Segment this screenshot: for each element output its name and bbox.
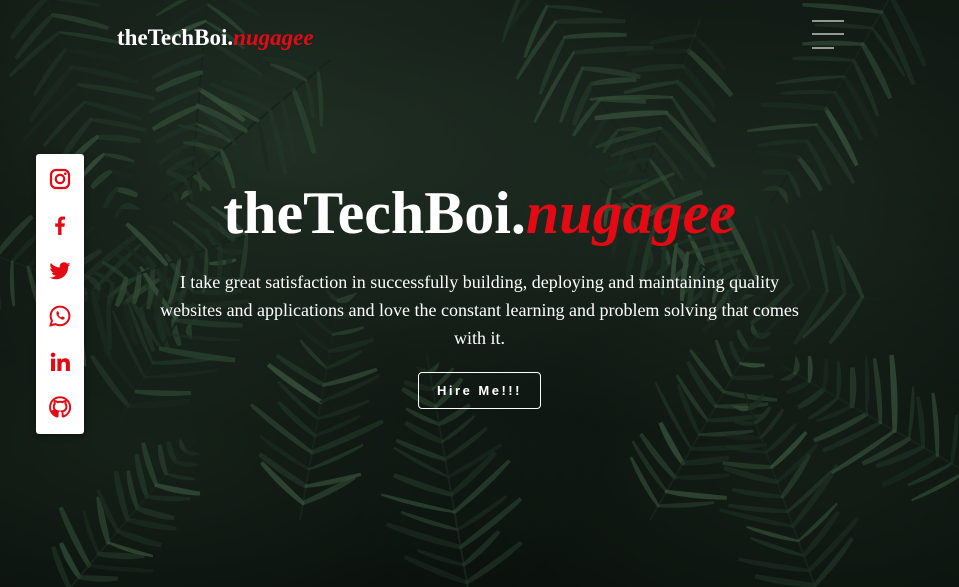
hero-title: theTechBoi.nugagee xyxy=(0,178,959,248)
linkedin-icon xyxy=(50,352,70,371)
twitter-icon xyxy=(49,262,71,280)
github-icon xyxy=(49,396,72,418)
whatsapp-icon xyxy=(49,305,71,327)
hamburger-menu-icon[interactable] xyxy=(812,18,844,51)
hero-title-accent: nugagee xyxy=(525,180,736,246)
hero-title-main: theTechBoi. xyxy=(223,180,526,246)
menu-line xyxy=(812,33,844,35)
brand-main-text: theTechBoi. xyxy=(117,25,234,50)
hire-me-button[interactable]: Hire Me!!! xyxy=(418,372,541,409)
twitter-link[interactable] xyxy=(48,259,72,283)
github-link[interactable] xyxy=(48,395,72,419)
brand-logo[interactable]: theTechBoi.nugagee xyxy=(117,24,314,52)
menu-line xyxy=(812,47,834,49)
menu-line xyxy=(812,20,844,22)
whatsapp-link[interactable] xyxy=(48,304,72,328)
brand-accent-text: nugagee xyxy=(233,25,314,50)
linkedin-link[interactable] xyxy=(48,350,72,374)
hero-description: I take great satisfaction in successfull… xyxy=(160,272,799,348)
